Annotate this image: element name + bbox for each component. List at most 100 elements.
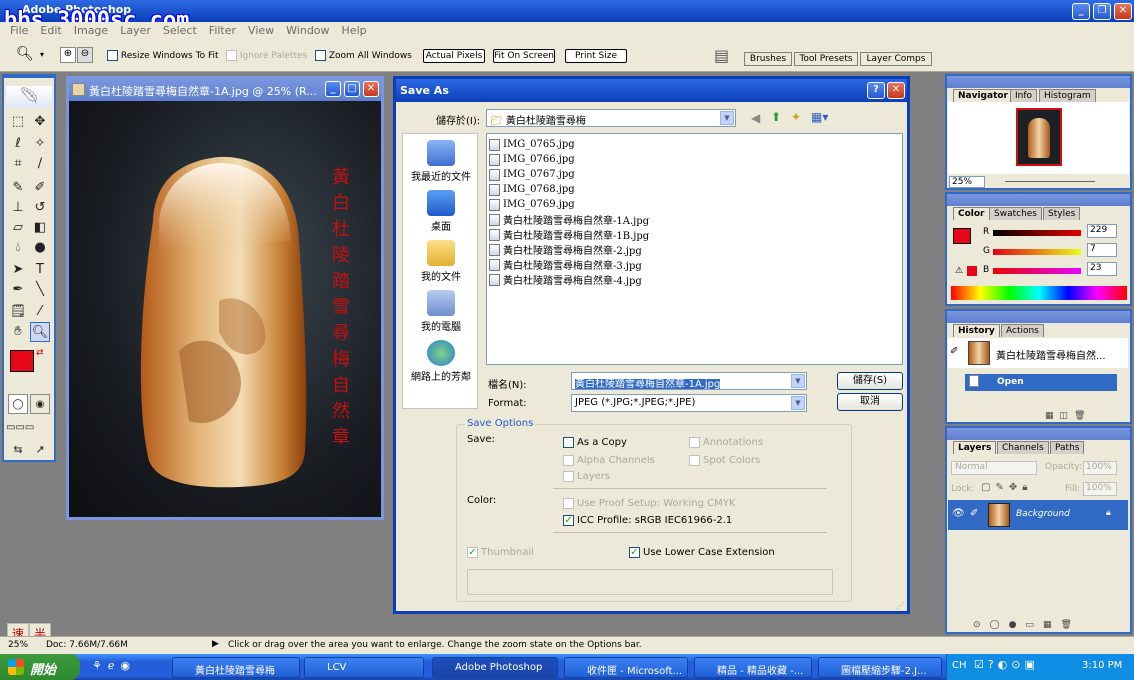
- crop-tool-icon[interactable]: ⌗: [8, 154, 28, 174]
- history-brush-icon[interactable]: ↺: [30, 198, 50, 218]
- format-dropdown[interactable]: JPEG (*.JPG;*.JPEG;*.JPE) ▼: [571, 394, 807, 412]
- icc-profile-option[interactable]: ICC Profile: sRGB IEC61966-2.1: [563, 515, 732, 526]
- clock[interactable]: 3:10 PM: [1082, 660, 1122, 671]
- tab-color[interactable]: Color: [953, 207, 990, 220]
- back-icon[interactable]: ◀: [751, 111, 760, 125]
- file-item[interactable]: IMG_0768.jpg: [489, 182, 900, 197]
- doc-maximize-button[interactable]: □: [344, 81, 360, 97]
- lasso-tool-icon[interactable]: ℓ: [8, 134, 28, 154]
- chevron-down-icon[interactable]: ▼: [720, 111, 734, 125]
- gamut-swatch[interactable]: [967, 266, 977, 276]
- notes-tool-icon[interactable]: 🗒︎: [8, 302, 28, 322]
- marquee-tool-icon[interactable]: ⬚: [8, 112, 28, 132]
- file-item[interactable]: 黃白杜陵踏雪尋梅自然章-1A.jpg: [489, 212, 900, 227]
- foreground-color-swatch[interactable]: [10, 350, 34, 372]
- tab-actions[interactable]: Actions: [1001, 324, 1044, 337]
- quick-launch-icons[interactable]: ⚘ℯ◉: [92, 659, 136, 672]
- screen-mode-icon[interactable]: ▭▭▭: [6, 418, 34, 438]
- chevron-down-icon[interactable]: ▼: [791, 396, 805, 410]
- save-button[interactable]: 儲存(S): [837, 372, 903, 390]
- type-tool-icon[interactable]: T: [30, 260, 50, 280]
- restore-button[interactable]: ❐: [1093, 3, 1111, 20]
- resize-grip-icon[interactable]: ⋰: [896, 601, 904, 610]
- imageready-icon[interactable]: ⇆: [8, 440, 28, 460]
- g-slider[interactable]: [993, 249, 1081, 255]
- well-tab-tool-presets[interactable]: Tool Presets: [794, 52, 858, 66]
- history-snapshot[interactable]: ✐ 黃白杜陵踏雪尋梅自然...: [948, 338, 1128, 368]
- lock-icons[interactable]: ▢✎✥🔒︎: [981, 482, 1033, 493]
- navigator-zoom-slider[interactable]: [1005, 181, 1095, 182]
- status-arrow-icon[interactable]: ▶: [212, 639, 219, 649]
- minimize-button[interactable]: _: [1072, 3, 1090, 20]
- tab-navigator[interactable]: Navigator: [953, 89, 1013, 102]
- task-photoshop[interactable]: Adobe Photoshop: [432, 657, 558, 678]
- quick-mask-icon[interactable]: ◉: [30, 394, 50, 414]
- file-item[interactable]: IMG_0767.jpg: [489, 167, 900, 182]
- icc-profile-checkbox[interactable]: [563, 515, 574, 526]
- color-ramp[interactable]: [951, 286, 1127, 300]
- dialog-close-button[interactable]: ✕: [887, 82, 905, 99]
- g-input[interactable]: 7: [1087, 243, 1117, 257]
- standard-mode-icon[interactable]: ◯: [8, 394, 28, 414]
- r-slider[interactable]: [993, 230, 1081, 236]
- new-folder-icon[interactable]: ✦: [791, 110, 801, 124]
- language-indicator[interactable]: CH: [952, 660, 967, 671]
- well-tab-brushes[interactable]: Brushes: [744, 52, 792, 66]
- magic-wand-icon[interactable]: ✧: [30, 134, 50, 154]
- zoom-all-checkbox[interactable]: [315, 50, 326, 61]
- task-folder[interactable]: 黃白杜陵踏雪尋梅: [172, 657, 300, 678]
- save-in-dropdown[interactable]: 📁︎ 黃白杜陵踏雪尋梅 ▼: [486, 109, 736, 127]
- tab-channels[interactable]: Channels: [997, 441, 1049, 454]
- status-doc-size[interactable]: Doc: 7.66M/7.66M: [46, 640, 128, 650]
- layers-footer-icons[interactable]: ⊙◯●▭▦🗑︎: [973, 620, 1081, 630]
- stamp-tool-icon[interactable]: ⊥: [8, 198, 28, 218]
- swap-colors-icon[interactable]: ⇄: [36, 348, 44, 358]
- as-a-copy-checkbox[interactable]: [563, 437, 574, 448]
- menu-window[interactable]: Window: [280, 22, 335, 39]
- history-brush-source-icon[interactable]: ✐: [950, 346, 958, 357]
- blur-tool-icon[interactable]: 💧︎: [8, 238, 28, 258]
- file-item[interactable]: IMG_0765.jpg: [489, 137, 900, 152]
- history-state-open[interactable]: Open: [965, 374, 1117, 391]
- visibility-eye-icon[interactable]: 👁︎: [952, 508, 965, 519]
- brush-tool-icon[interactable]: ✐: [30, 178, 50, 198]
- menu-filter[interactable]: Filter: [203, 22, 242, 39]
- zoom-tool-active-icon[interactable]: 🔍︎: [30, 322, 50, 342]
- resize-windows-option[interactable]: Resize Windows To Fit: [107, 50, 219, 61]
- tool-preset-chevron-icon[interactable]: ▾: [40, 50, 44, 59]
- tab-swatches[interactable]: Swatches: [989, 207, 1042, 220]
- task-image[interactable]: 圖檔壓縮步驟-2.J...: [818, 657, 942, 678]
- gamut-warning-icon[interactable]: ⚠: [955, 266, 963, 276]
- image-canvas[interactable]: 黃 白 杜 陵 踏 雪 尋 梅 自 然 章: [69, 101, 381, 517]
- slice-tool-icon[interactable]: ∕: [30, 154, 50, 174]
- layer-row-background[interactable]: 👁︎ ✐ Background 🔒︎: [948, 500, 1128, 530]
- tab-layers[interactable]: Layers: [953, 441, 997, 454]
- menu-edit[interactable]: Edit: [34, 22, 67, 39]
- navigator-view-box[interactable]: [1016, 108, 1062, 166]
- place-desktop[interactable]: 桌面: [403, 190, 479, 233]
- cancel-button[interactable]: 取消: [837, 393, 903, 411]
- menu-view[interactable]: View: [242, 22, 280, 39]
- navigator-preview[interactable]: [948, 102, 1129, 174]
- place-recent[interactable]: 我最近的文件: [403, 140, 479, 183]
- tab-info[interactable]: Info: [1010, 89, 1038, 102]
- gradient-tool-icon[interactable]: ◧: [30, 218, 50, 238]
- hand-tool-icon[interactable]: ✋︎: [8, 322, 28, 342]
- tab-histogram[interactable]: Histogram: [1039, 89, 1096, 102]
- palette-well-icon[interactable]: ▤: [714, 46, 729, 65]
- file-item[interactable]: IMG_0769.jpg: [489, 197, 900, 212]
- move-tool-icon[interactable]: ✥: [30, 112, 50, 132]
- place-my-computer[interactable]: 我的電腦: [403, 290, 479, 333]
- b-slider[interactable]: [993, 268, 1081, 274]
- b-input[interactable]: 23: [1087, 262, 1117, 276]
- r-input[interactable]: 229: [1087, 224, 1117, 238]
- tab-styles[interactable]: Styles: [1043, 207, 1081, 220]
- chevron-down-icon[interactable]: ▼: [791, 374, 805, 388]
- task-browser[interactable]: 精品 - 精品收藏 -...: [694, 657, 812, 678]
- file-item[interactable]: 黃白杜陵踏雪尋梅自然章-4.jpg: [489, 272, 900, 287]
- close-button[interactable]: ✕: [1114, 3, 1132, 20]
- menu-layer[interactable]: Layer: [114, 22, 157, 39]
- well-tab-layer-comps[interactable]: Layer Comps: [860, 52, 932, 66]
- history-footer-icons[interactable]: ▦◫🗑︎: [1045, 411, 1091, 421]
- file-item[interactable]: 黃白杜陵踏雪尋梅自然章-3.jpg: [489, 257, 900, 272]
